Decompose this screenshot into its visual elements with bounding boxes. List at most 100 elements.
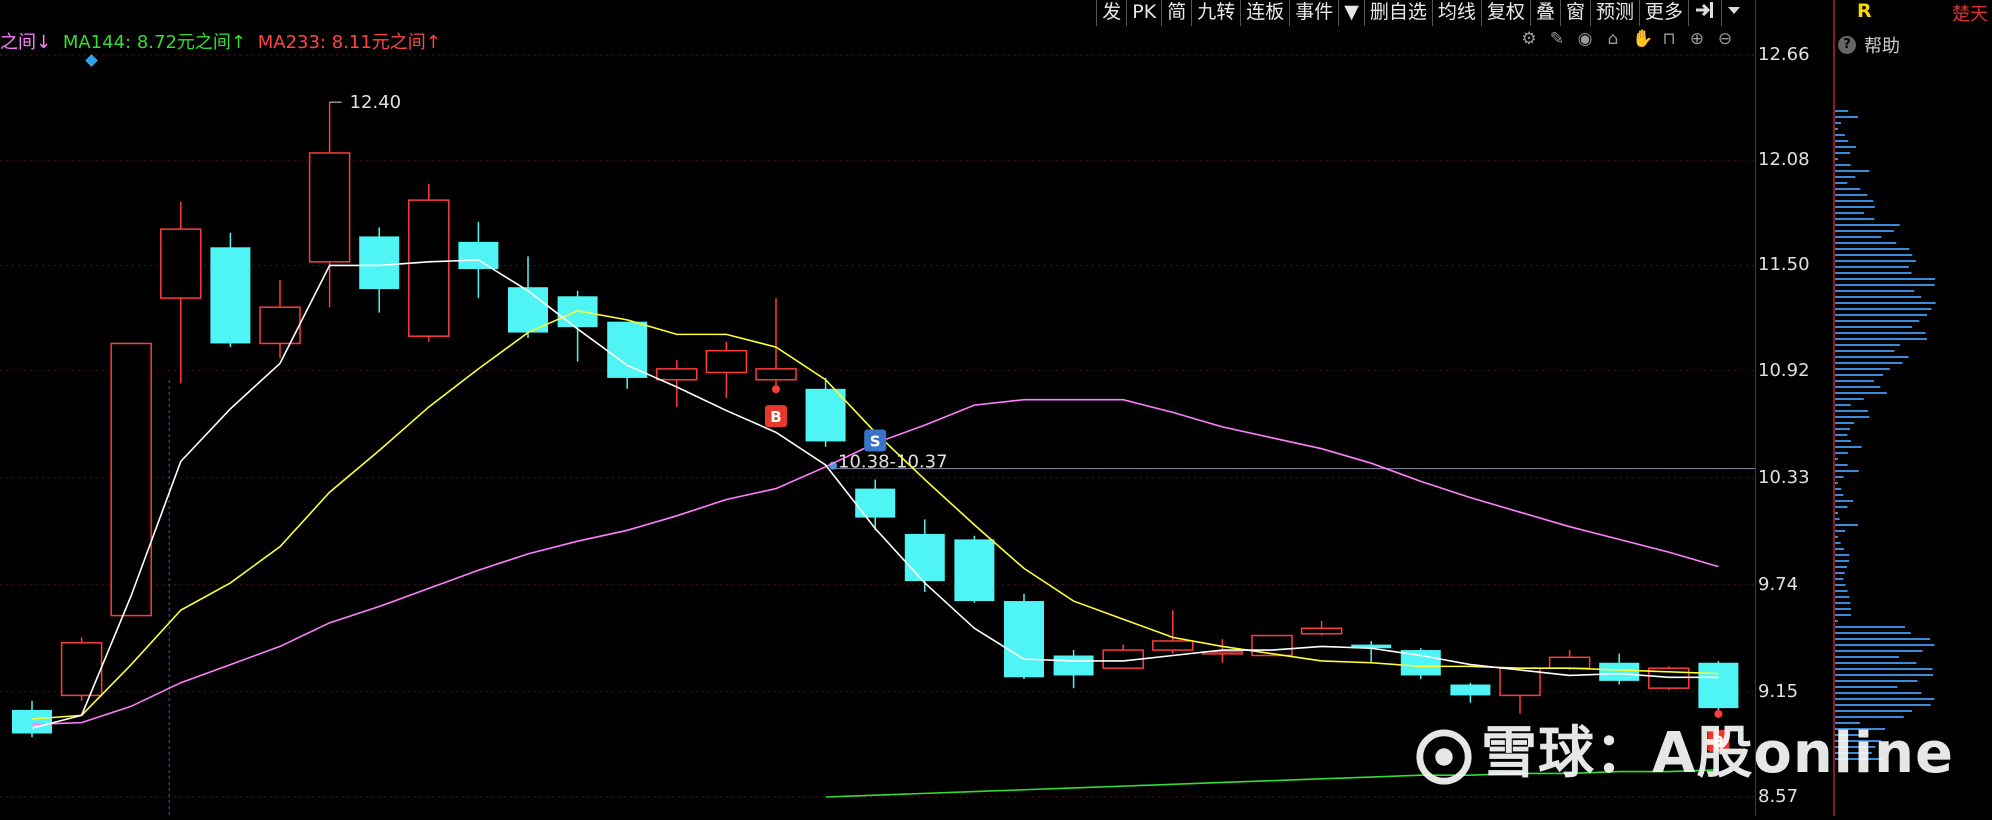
volume-profile-bar <box>1835 212 1865 214</box>
volume-profile-bar <box>1835 434 1848 436</box>
legend-ma233: MA233: 8.11元之间↑ <box>257 32 441 53</box>
caret-down-icon[interactable]: ▼ <box>1338 0 1364 26</box>
volume-profile-bar <box>1835 272 1912 274</box>
candle-body <box>705 349 748 374</box>
volume-profile-bar <box>1835 122 1841 124</box>
legend-prefix: 之间↓ <box>0 32 52 53</box>
candle-body <box>210 247 251 344</box>
chart-toolbar: 发 PK 简 九转 连板 事件 ▼ 删自选 均线 复权 叠 窗 预测 更多 <box>1096 0 1746 26</box>
toolbar-item-ma[interactable]: 均线 <box>1431 0 1481 26</box>
candle-body <box>110 342 152 617</box>
candle-body <box>1599 662 1640 681</box>
volume-profile-bar <box>1835 668 1933 670</box>
candle-body <box>1300 627 1343 635</box>
volume-profile-bar <box>1835 674 1934 676</box>
draw-line-icon[interactable]: ✎ <box>1548 30 1566 48</box>
zoom-out-icon[interactable]: ⊖ <box>1716 30 1734 48</box>
candle-body <box>160 228 202 299</box>
volume-profile-bar <box>1835 386 1881 388</box>
volume-profile-bar <box>1835 194 1868 196</box>
hand-icon[interactable]: ✋ <box>1632 30 1653 48</box>
volume-profile-bar <box>1835 662 1917 664</box>
candle-body <box>408 199 450 337</box>
toolbar-item-more[interactable]: 更多 <box>1638 0 1688 26</box>
toolbar-item-simple[interactable]: 简 <box>1161 0 1191 26</box>
volume-profile-bar <box>1835 692 1922 694</box>
settings-icon[interactable]: ⚙ <box>1520 30 1538 48</box>
volume-profile-bar <box>1835 488 1842 490</box>
toolbar-item-overlay[interactable]: 叠 <box>1529 0 1560 26</box>
help-button[interactable]: ? 帮助 <box>1838 32 1900 58</box>
volume-profile-bar <box>1835 242 1897 244</box>
zoom-in-icon[interactable]: ⊕ <box>1688 30 1706 48</box>
volume-profile-bar <box>1835 110 1849 112</box>
candle-body <box>954 539 995 602</box>
volume-profile-chart <box>1835 110 1936 760</box>
volume-profile-bar <box>1835 704 1931 706</box>
volume-profile-bar <box>1835 290 1915 292</box>
candle-body <box>1698 662 1739 709</box>
toolbar-item-window[interactable]: 窗 <box>1559 0 1590 26</box>
volume-profile-bar <box>1835 686 1898 688</box>
volume-profile-bar <box>1835 158 1838 160</box>
volume-profile-bar <box>1835 644 1935 646</box>
volume-profile-bar <box>1835 680 1918 682</box>
candle-body <box>755 368 797 381</box>
sell-marker-label: S <box>870 433 881 451</box>
toolbar-item-fa[interactable]: 发 <box>1096 0 1126 26</box>
kline-chart-area[interactable]: 10.38-10.37 12.40 B S B <box>0 0 1755 816</box>
candle-body <box>1053 655 1094 676</box>
volume-profile-bar <box>1835 266 1909 268</box>
volume-profile-bar <box>1835 362 1903 364</box>
volume-profile-bar <box>1835 284 1935 286</box>
chevron-down-icon[interactable] <box>1721 0 1746 26</box>
candle-body <box>259 306 301 345</box>
volume-profile-bar <box>1835 590 1848 592</box>
volume-profile-bar <box>1835 332 1926 334</box>
toolbar-item-jiuzhuan[interactable]: 九转 <box>1191 0 1240 26</box>
toolbar-item-forecast[interactable]: 预测 <box>1589 0 1639 26</box>
r-label[interactable]: R <box>1857 0 1872 22</box>
volume-profile-bar <box>1835 638 1930 640</box>
gift-icon[interactable]: ⌂ <box>1604 30 1622 48</box>
volume-profile-bar <box>1835 614 1851 616</box>
toolbar-item-events[interactable]: 事件 <box>1289 0 1338 26</box>
legend-ma144: MA144: 8.72元之间↑ <box>62 32 246 53</box>
toolbar-item-remove-watchlist[interactable]: 删自选 <box>1363 0 1432 26</box>
snowball-logo-icon <box>1416 729 1472 785</box>
price-tick: 10.92 <box>1758 359 1810 381</box>
volume-profile-bar <box>1835 248 1910 250</box>
help-icon: ? <box>1838 36 1856 54</box>
candle-body <box>904 533 945 582</box>
candle-body <box>607 321 648 378</box>
volume-profile-bar <box>1835 140 1849 142</box>
stock-name[interactable]: 楚天 <box>1952 0 1988 26</box>
candle-body <box>656 368 698 381</box>
toolbar-item-lianban[interactable]: 连板 <box>1240 0 1289 26</box>
candle-body <box>1004 601 1044 678</box>
volume-profile-bar <box>1835 128 1838 130</box>
volume-profile-bar <box>1835 326 1913 328</box>
kline-chart[interactable]: 10.38-10.3712.40BSB <box>0 0 1755 816</box>
high-label: 12.40 <box>350 92 402 113</box>
volume-profile-bar <box>1835 554 1850 556</box>
volume-profile-bar <box>1835 464 1848 466</box>
exit-fullscreen-icon[interactable] <box>1688 0 1721 26</box>
volume-profile-bar <box>1835 374 1883 376</box>
candle-body <box>805 388 846 442</box>
volume-profile-bar <box>1835 470 1859 472</box>
toolbar-item-adjust[interactable]: 复权 <box>1480 0 1530 26</box>
volume-profile-bar <box>1835 548 1844 550</box>
eye-icon[interactable]: ◉ <box>1576 30 1594 48</box>
volume-profile-bar <box>1835 608 1851 610</box>
toolbar-item-pk[interactable]: PK <box>1126 0 1161 26</box>
volume-profile-bar <box>1835 188 1861 190</box>
volume-profile-bar <box>1835 416 1870 418</box>
lock-icon[interactable]: ⊓ <box>1660 30 1678 48</box>
volume-profile-bar <box>1835 650 1923 652</box>
reference-label: 10.38-10.37 <box>838 452 948 473</box>
volume-profile-bar <box>1835 320 1920 322</box>
volume-profile-bar <box>1835 344 1901 346</box>
volume-profile-bar <box>1835 338 1927 340</box>
volume-profile-bar <box>1835 404 1851 406</box>
